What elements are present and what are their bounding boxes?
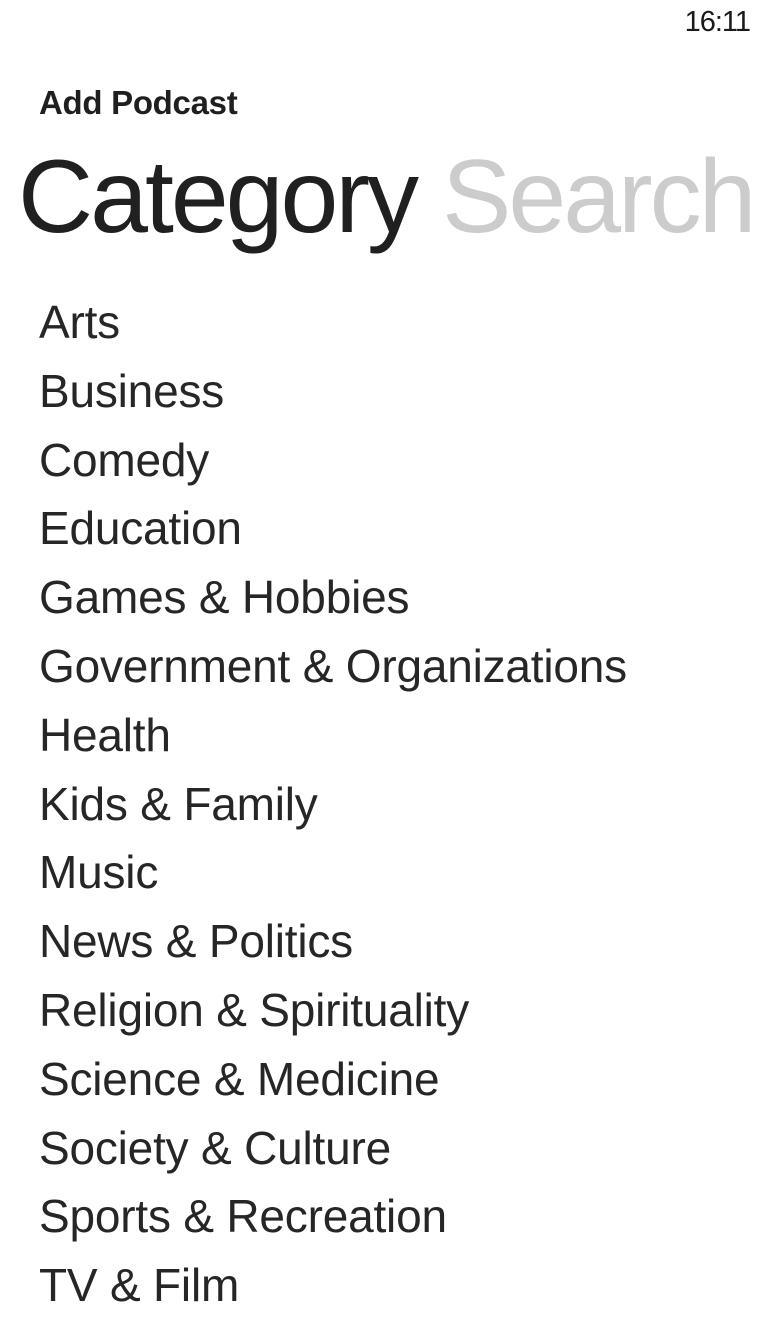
category-item[interactable]: Government & Organizations <box>39 636 627 705</box>
status-bar: 16:11 <box>0 0 768 50</box>
pivot-tab-category[interactable]: Category <box>18 138 419 257</box>
category-item[interactable]: Business <box>39 361 627 430</box>
pivot-headers: Category Search <box>18 138 768 257</box>
category-list: Arts Business Comedy Education Games & H… <box>39 292 627 1324</box>
category-item[interactable]: Science & Medicine <box>39 1049 627 1118</box>
category-item[interactable]: News & Politics <box>39 911 627 980</box>
status-clock: 16:11 <box>684 6 751 38</box>
pivot-tab-search[interactable]: Search <box>442 138 757 257</box>
category-item[interactable]: Music <box>39 842 627 911</box>
category-item[interactable]: Games & Hobbies <box>39 567 627 636</box>
category-item[interactable]: Arts <box>39 292 627 361</box>
category-item[interactable]: Religion & Spirituality <box>39 980 627 1049</box>
category-item[interactable]: Comedy <box>39 430 627 499</box>
category-item[interactable]: TV & Film <box>39 1255 627 1324</box>
category-item[interactable]: Sports & Recreation <box>39 1186 627 1255</box>
category-item[interactable]: Health <box>39 705 627 774</box>
app-title: Add Podcast <box>39 84 238 121</box>
category-item[interactable]: Kids & Family <box>39 774 627 843</box>
category-item[interactable]: Society & Culture <box>39 1118 627 1187</box>
category-item[interactable]: Education <box>39 498 627 567</box>
